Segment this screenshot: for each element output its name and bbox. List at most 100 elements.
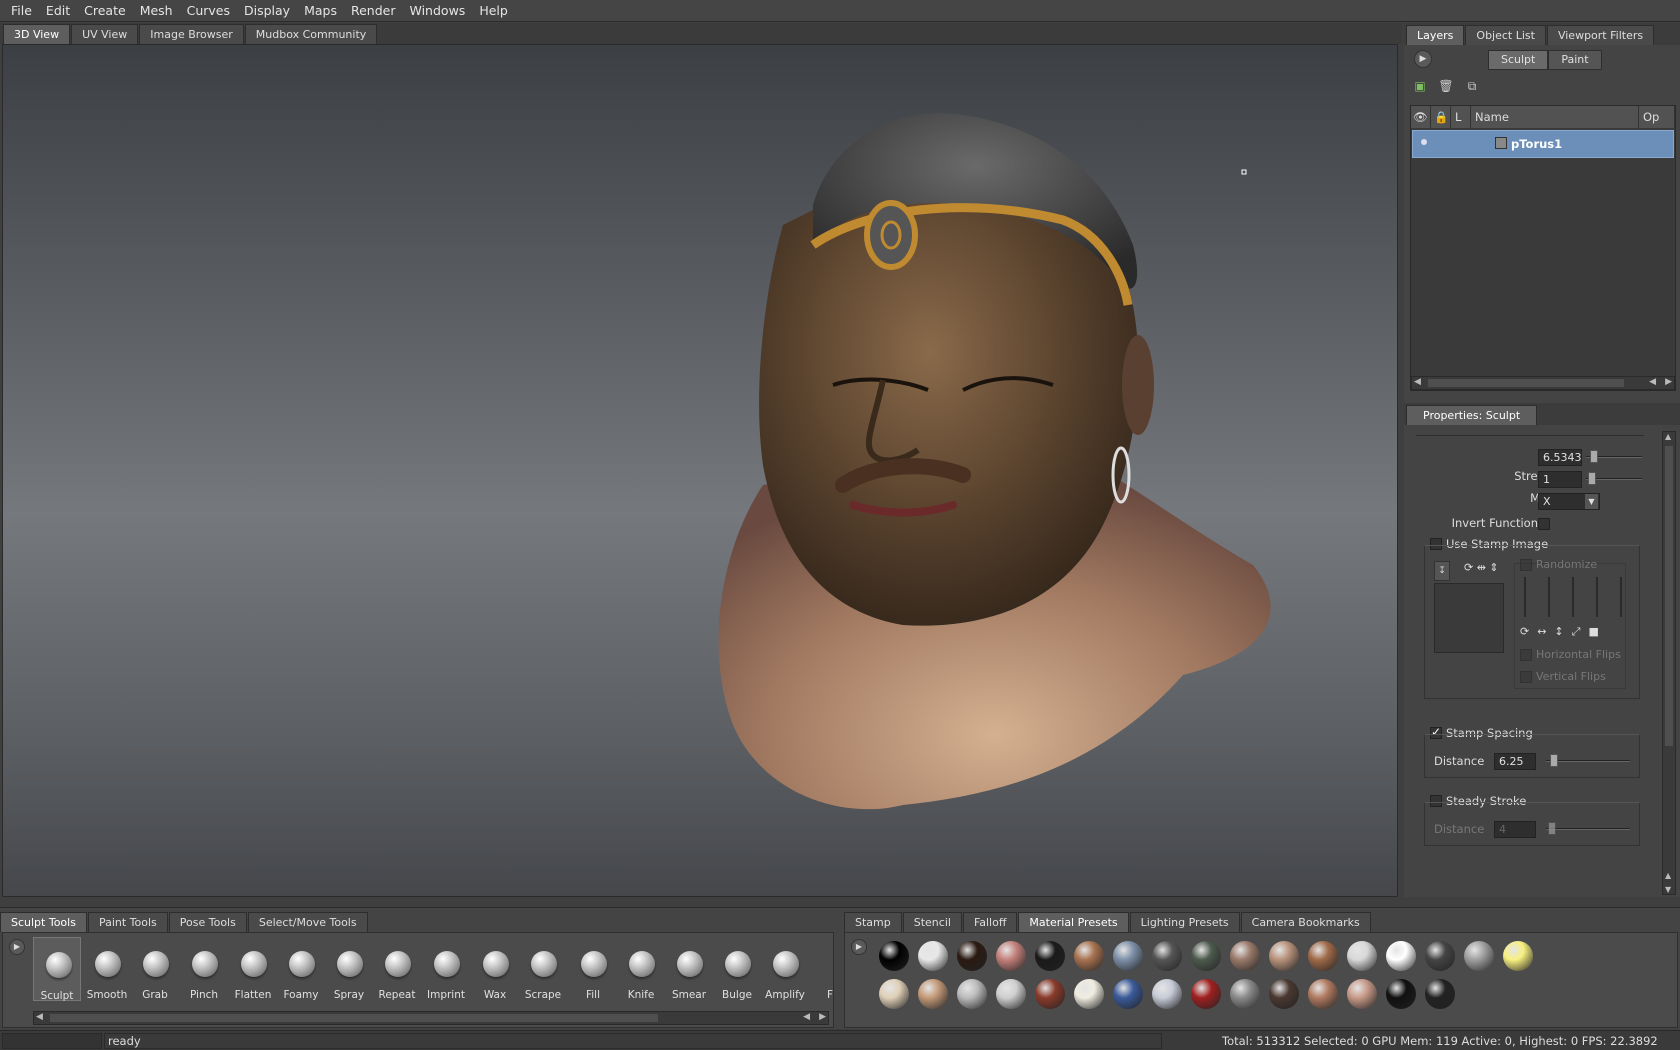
tools-scroll-left-icon[interactable]: ◀ bbox=[36, 1012, 43, 1022]
tool-partial[interactable]: F bbox=[809, 937, 833, 1001]
properties-scroll-thumb[interactable] bbox=[1665, 446, 1673, 746]
column-l[interactable]: L bbox=[1451, 106, 1471, 128]
tab-lighting-presets[interactable]: Lighting Presets bbox=[1129, 912, 1240, 932]
scroll-up-icon[interactable]: ▲ bbox=[1665, 432, 1671, 441]
tools-scroll-right-icon[interactable]: ▶ bbox=[819, 1012, 826, 1022]
tool-foamy[interactable]: Foamy bbox=[277, 937, 325, 1001]
tool-smooth[interactable]: Smooth bbox=[83, 937, 131, 1001]
tools-scroll-left2-icon[interactable]: ◀ bbox=[803, 1012, 810, 1022]
material-swatch[interactable] bbox=[957, 941, 987, 971]
tab-object-list[interactable]: Object List bbox=[1465, 25, 1546, 45]
material-swatch[interactable] bbox=[1308, 979, 1338, 1009]
tool-flatten[interactable]: Flatten bbox=[229, 937, 277, 1001]
size-field[interactable]: 6.5343 bbox=[1538, 449, 1582, 466]
menu-render[interactable]: Render bbox=[344, 0, 403, 22]
randomize-checkbox[interactable] bbox=[1520, 559, 1532, 571]
material-swatch[interactable] bbox=[1113, 941, 1143, 971]
tab-pose-tools[interactable]: Pose Tools bbox=[168, 912, 247, 932]
spacing-distance-knob[interactable] bbox=[1550, 754, 1558, 767]
layer-name[interactable]: pTorus1 bbox=[1511, 137, 1562, 151]
visibility-dot-icon[interactable] bbox=[1421, 139, 1427, 145]
tab-stencil[interactable]: Stencil bbox=[902, 912, 962, 932]
layer-horizontal-scrollbar[interactable]: ◀ ◀ ▶ bbox=[1411, 376, 1675, 390]
material-swatch[interactable] bbox=[1347, 941, 1377, 971]
horizontal-flips-checkbox[interactable] bbox=[1520, 649, 1532, 661]
material-swatch[interactable] bbox=[1386, 979, 1416, 1009]
material-swatch[interactable] bbox=[1152, 941, 1182, 971]
menu-windows[interactable]: Windows bbox=[403, 0, 473, 22]
material-swatch[interactable] bbox=[1074, 941, 1104, 971]
layer-row[interactable]: pTorus1 bbox=[1412, 130, 1674, 158]
menu-help[interactable]: Help bbox=[472, 0, 515, 22]
material-swatch[interactable] bbox=[1152, 979, 1182, 1009]
menu-create[interactable]: Create bbox=[77, 0, 133, 22]
column-op[interactable]: Op bbox=[1639, 106, 1675, 128]
material-swatch[interactable] bbox=[996, 979, 1026, 1009]
tab-falloff[interactable]: Falloff bbox=[962, 912, 1018, 932]
material-swatch[interactable] bbox=[1191, 979, 1221, 1009]
scroll-down-icon[interactable]: ▼ bbox=[1665, 885, 1671, 894]
material-swatch[interactable] bbox=[957, 979, 987, 1009]
tool-pinch[interactable]: Pinch bbox=[180, 937, 228, 1001]
material-swatch[interactable] bbox=[879, 941, 909, 971]
tool-tray-scrollbar[interactable]: ◀ ◀ ▶ bbox=[33, 1011, 829, 1025]
steady-distance-field[interactable]: 4 bbox=[1494, 821, 1536, 838]
tool-grab[interactable]: Grab bbox=[131, 937, 179, 1001]
material-swatch[interactable] bbox=[1269, 979, 1299, 1009]
material-swatch[interactable] bbox=[1503, 941, 1533, 971]
menu-mesh[interactable]: Mesh bbox=[133, 0, 180, 22]
3d-viewport[interactable] bbox=[2, 44, 1398, 897]
tool-knife[interactable]: Knife bbox=[617, 937, 665, 1001]
material-swatch[interactable] bbox=[1074, 979, 1104, 1009]
size-slider-knob[interactable] bbox=[1590, 450, 1598, 463]
lock-column-icon[interactable]: 🔒 bbox=[1431, 106, 1451, 128]
menu-file[interactable]: File bbox=[4, 0, 39, 22]
randomize-sliders[interactable] bbox=[1522, 577, 1622, 621]
tool-fill[interactable]: Fill bbox=[569, 937, 617, 1001]
chevron-down-icon[interactable]: ▼ bbox=[1585, 494, 1598, 509]
scroll-left-icon[interactable]: ◀ bbox=[1414, 377, 1421, 387]
stamp-image-preview[interactable] bbox=[1434, 583, 1504, 653]
tool-scrape[interactable]: Scrape bbox=[519, 937, 567, 1001]
tab-paint-tools[interactable]: Paint Tools bbox=[87, 912, 168, 932]
material-swatch[interactable] bbox=[1269, 941, 1299, 971]
spacing-distance-slider[interactable] bbox=[1546, 760, 1630, 762]
tab-image-browser[interactable]: Image Browser bbox=[139, 24, 244, 44]
steady-distance-slider[interactable] bbox=[1546, 828, 1630, 830]
tab-select-move-tools[interactable]: Select/Move Tools bbox=[247, 912, 368, 932]
menu-display[interactable]: Display bbox=[237, 0, 297, 22]
layer-mode-sculpt-button[interactable]: Sculpt bbox=[1488, 50, 1549, 70]
material-swatch[interactable] bbox=[1386, 941, 1416, 971]
tools-scroll-thumb[interactable] bbox=[50, 1014, 658, 1022]
tool-spray[interactable]: Spray bbox=[325, 937, 373, 1001]
material-swatch[interactable] bbox=[1308, 941, 1338, 971]
steady-distance-knob[interactable] bbox=[1548, 822, 1556, 835]
strength-field[interactable]: 1 bbox=[1538, 471, 1582, 488]
material-swatch[interactable] bbox=[1113, 979, 1143, 1009]
menu-curves[interactable]: Curves bbox=[180, 0, 237, 22]
stamp-rotate-flip-icons[interactable]: ⟳ ⇹ ⇕ bbox=[1464, 561, 1499, 574]
tool-imprint[interactable]: Imprint bbox=[422, 937, 470, 1001]
menu-edit[interactable]: Edit bbox=[39, 0, 77, 22]
tab-properties-sculpt[interactable]: Properties: Sculpt bbox=[1406, 405, 1538, 425]
tool-smear[interactable]: Smear bbox=[665, 937, 713, 1001]
scroll-right-end-icon[interactable]: ▶ bbox=[1665, 377, 1672, 387]
new-layer-icon[interactable]: ▣ bbox=[1410, 76, 1430, 96]
tab-uv-view[interactable]: UV View bbox=[71, 24, 139, 44]
tab-sculpt-tools[interactable]: Sculpt Tools bbox=[0, 912, 87, 932]
tab-camera-bookmarks[interactable]: Camera Bookmarks bbox=[1240, 912, 1371, 932]
material-swatch[interactable] bbox=[1425, 979, 1455, 1009]
sculpted-head-model[interactable] bbox=[3, 45, 1398, 897]
tab-viewport-filters[interactable]: Viewport Filters bbox=[1546, 25, 1655, 45]
tool-sculpt[interactable]: Sculpt bbox=[33, 937, 81, 1002]
delete-layer-icon[interactable]: 🗑 bbox=[1436, 76, 1456, 96]
scroll-right-icon[interactable]: ◀ bbox=[1649, 377, 1656, 387]
invert-function-checkbox[interactable] bbox=[1538, 518, 1550, 530]
tab-mudbox-community[interactable]: Mudbox Community bbox=[244, 24, 378, 44]
material-swatch[interactable] bbox=[918, 979, 948, 1009]
scroll-up-bottom-icon[interactable]: ▲ bbox=[1665, 871, 1671, 880]
tab-stamp[interactable]: Stamp bbox=[844, 912, 902, 932]
mirror-dropdown[interactable]: X ▼ bbox=[1538, 493, 1600, 510]
material-swatch[interactable] bbox=[1035, 979, 1065, 1009]
spacing-distance-field[interactable]: 6.25 bbox=[1494, 753, 1536, 770]
